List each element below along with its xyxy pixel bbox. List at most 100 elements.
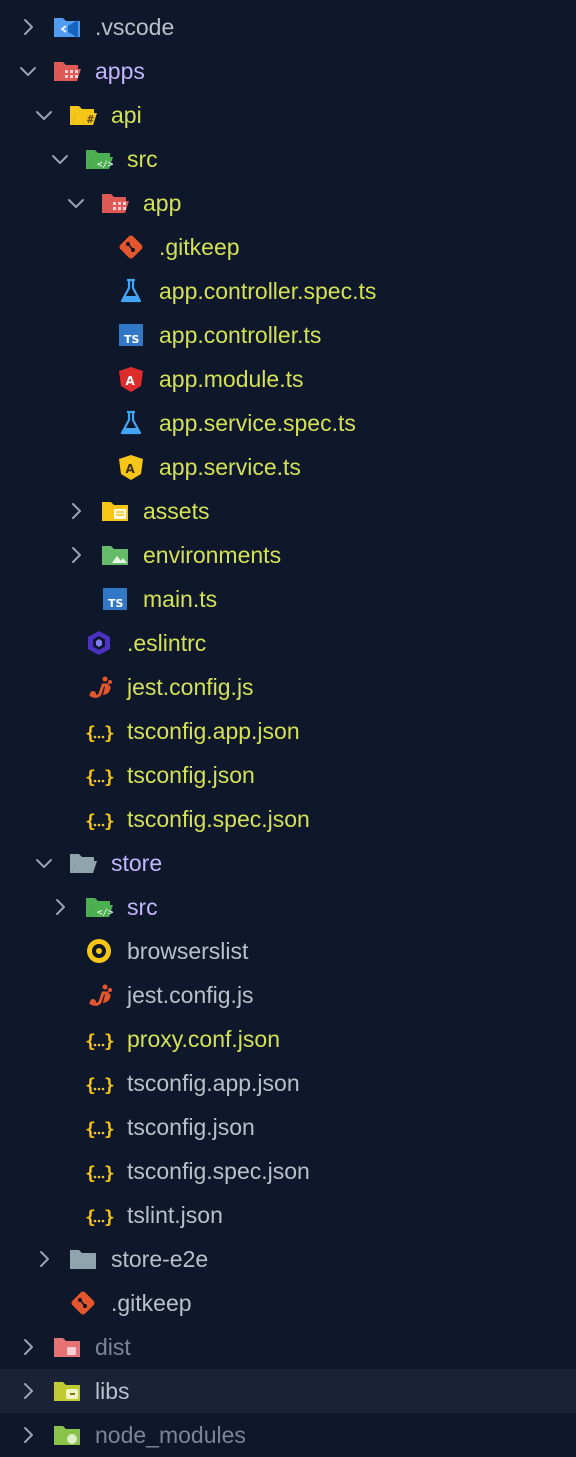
tree-item-label: store-e2e: [111, 1246, 209, 1272]
test-flask-icon: [116, 277, 146, 305]
tree-folder-row[interactable]: # api: [0, 93, 576, 137]
tree-item-label: .gitkeep: [111, 1290, 192, 1316]
tree-item-label: api: [111, 102, 142, 128]
chevron-right-icon[interactable]: [49, 896, 71, 918]
tree-file-row[interactable]: Aapp.service.ts: [0, 445, 576, 489]
file-explorer-tree: .vscode apps # api </> src app .gitkeep app.cont…: [0, 0, 576, 1448]
libs-folder-icon: [52, 1377, 82, 1405]
tree-folder-row[interactable]: node_modules: [0, 1413, 576, 1457]
tree-file-row[interactable]: {} tsconfig.spec.json: [0, 1149, 576, 1193]
tree-folder-row[interactable]: .vscode: [0, 5, 576, 49]
angular-red-icon: A: [116, 365, 146, 393]
tree-folder-row[interactable]: store-e2e: [0, 1237, 576, 1281]
tree-item-label: app.module.ts: [159, 366, 304, 392]
node-modules-folder-icon: [52, 1421, 82, 1449]
svg-text:</>: </>: [97, 160, 114, 170]
test-flask-icon: [116, 409, 146, 437]
tree-folder-row[interactable]: store: [0, 841, 576, 885]
svg-text:A: A: [126, 462, 136, 476]
svg-text:{: {: [85, 1075, 96, 1096]
tree-file-row[interactable]: app.controller.spec.ts: [0, 269, 576, 313]
tree-file-row[interactable]: jest.config.js: [0, 973, 576, 1017]
chevron-down-icon[interactable]: [33, 852, 55, 874]
src-folder-icon: </>: [84, 145, 114, 173]
tree-file-row[interactable]: {} tsconfig.json: [0, 1105, 576, 1149]
chevron-right-icon[interactable]: [17, 1424, 39, 1446]
chevron-right-icon[interactable]: [17, 1380, 39, 1402]
tree-item-label: apps: [95, 58, 145, 84]
tree-file-row[interactable]: .gitkeep: [0, 1281, 576, 1325]
json-icon: {}: [84, 1113, 115, 1141]
tree-folder-row[interactable]: assets: [0, 489, 576, 533]
svg-text:</>: </>: [97, 908, 114, 918]
tree-item-label: jest.config.js: [127, 674, 254, 700]
svg-text:TS: TS: [108, 597, 124, 610]
chevron-right-icon[interactable]: [65, 500, 87, 522]
tree-item-label: tsconfig.json: [127, 762, 255, 788]
tree-folder-row[interactable]: environments: [0, 533, 576, 577]
json-icon: {}: [84, 1025, 115, 1053]
tree-item-label: jest.config.js: [127, 982, 254, 1008]
tree-item-label: browserslist: [127, 938, 249, 964]
svg-text:}: }: [104, 723, 114, 744]
tree-file-row[interactable]: browserslist: [0, 929, 576, 973]
tree-file-row[interactable]: app.service.spec.ts: [0, 401, 576, 445]
json-icon: {}: [84, 805, 115, 833]
tree-file-row[interactable]: .gitkeep: [0, 225, 576, 269]
chevron-right-icon[interactable]: [17, 1336, 39, 1358]
svg-text:#: #: [87, 113, 94, 126]
apps-folder-icon: [52, 57, 82, 85]
folder-open-icon: [68, 849, 98, 877]
tree-file-row[interactable]: {} tsconfig.app.json: [0, 1061, 576, 1105]
chevron-right-icon[interactable]: [65, 544, 87, 566]
svg-text:{: {: [85, 811, 96, 832]
tree-file-row[interactable]: .eslintrc: [0, 621, 576, 665]
tree-file-row[interactable]: TS app.controller.ts: [0, 313, 576, 357]
chevron-down-icon[interactable]: [17, 60, 39, 82]
git-icon: [68, 1289, 98, 1317]
tree-item-label: .gitkeep: [159, 234, 240, 260]
tree-item-label: store: [111, 850, 163, 876]
environments-folder-icon: [100, 541, 130, 569]
tree-item-label: dist: [95, 1334, 131, 1360]
tree-item-label: app.service.spec.ts: [159, 410, 356, 436]
svg-text:}: }: [104, 1031, 114, 1052]
svg-text:{: {: [85, 1163, 96, 1184]
src-folder-icon: </>: [84, 893, 114, 921]
folder-closed-icon: [68, 1245, 98, 1273]
chevron-down-icon[interactable]: [33, 104, 55, 126]
tree-folder-row[interactable]: </> src: [0, 137, 576, 181]
tree-file-row[interactable]: {} tsconfig.json: [0, 753, 576, 797]
tree-folder-row[interactable]: dist: [0, 1325, 576, 1369]
tree-item-label: tslint.json: [127, 1202, 223, 1228]
tree-folder-row[interactable]: </> src: [0, 885, 576, 929]
tree-folder-row[interactable]: apps: [0, 49, 576, 93]
jest-icon: [84, 981, 114, 1009]
tree-item-label: app: [143, 190, 182, 216]
tree-file-row[interactable]: {} tsconfig.spec.json: [0, 797, 576, 841]
chevron-right-icon[interactable]: [17, 16, 39, 38]
tree-file-row[interactable]: {} tslint.json: [0, 1193, 576, 1237]
tree-file-row[interactable]: TS main.ts: [0, 577, 576, 621]
svg-text:}: }: [104, 1207, 114, 1228]
tree-item-label: tsconfig.json: [127, 1114, 255, 1140]
tree-item-label: .eslintrc: [127, 630, 207, 656]
chevron-right-icon[interactable]: [33, 1248, 55, 1270]
typescript-icon: TS: [116, 321, 146, 349]
tree-file-row[interactable]: {} tsconfig.app.json: [0, 709, 576, 753]
browserslist-icon: [84, 937, 114, 965]
git-icon: [116, 233, 146, 261]
tree-item-label: libs: [95, 1378, 130, 1404]
chevron-down-icon[interactable]: [65, 192, 87, 214]
eslint-icon: [84, 629, 114, 657]
tree-item-label: assets: [143, 498, 210, 524]
jest-icon: [84, 673, 114, 701]
tree-file-row[interactable]: jest.config.js: [0, 665, 576, 709]
tree-folder-row[interactable]: libs: [0, 1369, 576, 1413]
tree-item-label: main.ts: [143, 586, 218, 612]
tree-file-row[interactable]: {} proxy.conf.json: [0, 1017, 576, 1061]
svg-text:}: }: [104, 1119, 114, 1140]
tree-file-row[interactable]: Aapp.module.ts: [0, 357, 576, 401]
chevron-down-icon[interactable]: [49, 148, 71, 170]
tree-folder-row[interactable]: app: [0, 181, 576, 225]
